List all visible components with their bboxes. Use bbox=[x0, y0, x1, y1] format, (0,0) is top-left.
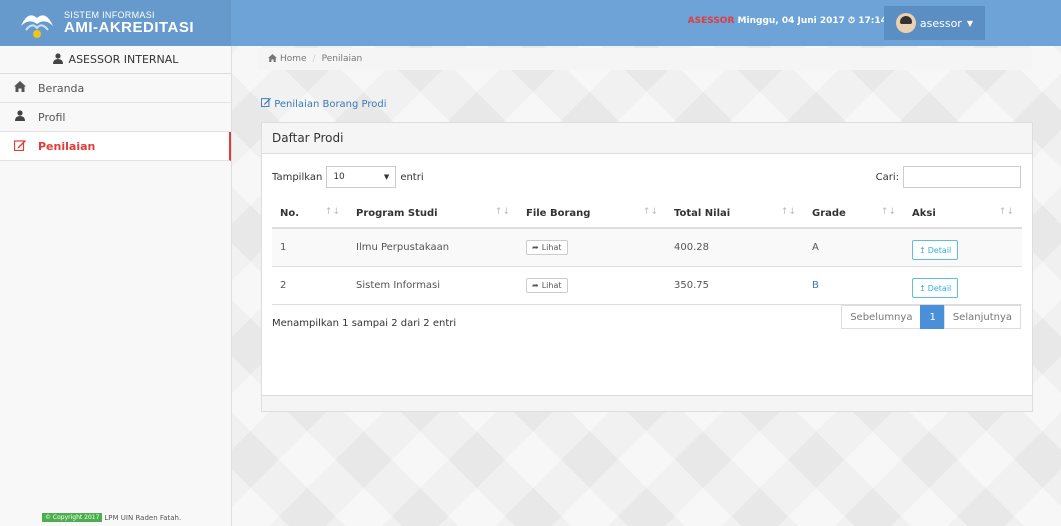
sort-arrow-icon: ↥ bbox=[919, 283, 926, 293]
search-label: Cari: bbox=[875, 171, 899, 183]
sidebar-item-label: Beranda bbox=[38, 81, 85, 95]
sort-icon: ↑↓ bbox=[880, 207, 896, 217]
session-status: ASESSOR Minggu, 04 Juni 2017 ⏱ 17:14:01 bbox=[688, 16, 903, 26]
breadcrumb-separator: / bbox=[312, 54, 316, 64]
next-page-button[interactable]: Selanjutnya bbox=[943, 305, 1021, 329]
cell-aksi: ↥ Detail bbox=[904, 228, 1022, 267]
breadcrumb-current: Penilaian bbox=[321, 54, 363, 64]
sidebar-header-label: ASESSOR INTERNAL bbox=[68, 53, 179, 66]
page-title-text: Penilaian Borang Prodi bbox=[274, 99, 387, 110]
lihat-button[interactable]: ➦ Lihat bbox=[526, 239, 568, 255]
sidebar-item-profil[interactable]: Profil bbox=[0, 103, 231, 132]
detail-button[interactable]: ↥ Detail bbox=[912, 278, 959, 298]
sidebar-item-penilaian[interactable]: Penilaian bbox=[0, 132, 231, 161]
lihat-label: Lihat bbox=[541, 242, 562, 252]
footer-text: LPM UIN Raden Fatah. bbox=[104, 513, 182, 522]
cell-total: 400.28 bbox=[666, 228, 804, 267]
panel-footer bbox=[262, 395, 1032, 411]
user-icon bbox=[52, 52, 63, 67]
detail-label: Detail bbox=[927, 283, 952, 293]
cell-file: ➦ Lihat bbox=[518, 228, 666, 267]
cell-grade: B bbox=[804, 266, 904, 305]
share-icon: ➦ bbox=[532, 242, 539, 252]
length-prefix: Tampilkan bbox=[272, 171, 323, 183]
sidebar-footer: © Copyright 2017 LPM UIN Raden Fatah. bbox=[42, 513, 181, 522]
prodi-panel: Daftar Prodi Tampilkan 10 ▼ entri Cari: … bbox=[261, 122, 1033, 412]
sort-icon: ↑↓ bbox=[998, 207, 1014, 217]
sort-icon: ↑↓ bbox=[324, 207, 340, 217]
user-menu-button[interactable]: asessor ▼ bbox=[883, 6, 985, 40]
length-value: 10 bbox=[333, 172, 345, 182]
table-info: Menampilkan 1 sampai 2 dari 2 entri bbox=[272, 318, 457, 329]
cell-aksi: ↥ Detail bbox=[904, 266, 1022, 305]
breadcrumb: Home / Penilaian bbox=[258, 48, 1032, 70]
sidebar-item-label: Profil bbox=[38, 110, 66, 124]
datetime-label: Minggu, 04 Juni 2017 ⏱ 17:14:01 bbox=[737, 16, 903, 26]
column-header-prodi[interactable]: Program Studi ↑↓ bbox=[348, 199, 518, 229]
cell-total: 350.75 bbox=[666, 266, 804, 305]
lihat-label: Lihat bbox=[541, 280, 562, 290]
entries-length-select[interactable]: 10 ▼ bbox=[326, 166, 397, 188]
panel-title: Daftar Prodi bbox=[262, 123, 1032, 154]
edit-icon bbox=[260, 97, 274, 110]
pagination: Sebelumnya 1 Selanjutnya bbox=[841, 305, 1021, 329]
sort-icon: ↑↓ bbox=[780, 207, 796, 217]
edit-icon bbox=[12, 139, 28, 154]
cell-grade: A bbox=[804, 228, 904, 267]
sidebar: ASESSOR INTERNAL Beranda Profil Penilaia… bbox=[0, 46, 232, 526]
role-label: ASESSOR bbox=[687, 16, 735, 26]
user-name: asessor bbox=[919, 16, 962, 30]
caret-down-icon: ▼ bbox=[966, 18, 973, 28]
sort-icon: ↑↓ bbox=[642, 207, 658, 217]
detail-button[interactable]: ↥ Detail bbox=[912, 240, 959, 261]
lihat-button[interactable]: ➦ Lihat bbox=[526, 277, 568, 293]
column-header-file[interactable]: File Borang ↑↓ bbox=[518, 199, 666, 229]
page-title: Penilaian Borang Prodi bbox=[260, 97, 387, 110]
breadcrumb-home-link[interactable]: Home bbox=[280, 54, 307, 64]
table-row: 1 Ilmu Perpustakaan ➦ Lihat 400.28 A ↥ D… bbox=[272, 228, 1022, 267]
table-row: 2 Sistem Informasi ➦ Lihat 350.75 B ↥ De… bbox=[272, 266, 1022, 305]
sidebar-item-beranda[interactable]: Beranda bbox=[0, 74, 231, 103]
entries-length-control: Tampilkan 10 ▼ entri bbox=[272, 166, 424, 188]
prodi-table: No. ↑↓ Program Studi ↑↓ File Borang ↑↓ Tota… bbox=[272, 199, 1022, 305]
sort-arrow-icon: ↥ bbox=[919, 245, 926, 255]
column-header-grade[interactable]: Grade ↑↓ bbox=[804, 199, 904, 229]
table-header-row: No. ↑↓ Program Studi ↑↓ File Borang ↑↓ Tota… bbox=[272, 199, 1022, 229]
copyright-badge: © Copyright 2017 bbox=[42, 513, 103, 522]
column-header-aksi[interactable]: Aksi ↑↓ bbox=[904, 199, 1022, 229]
avatar bbox=[895, 13, 916, 33]
home-icon bbox=[268, 53, 277, 65]
brand-title: AMI-AKREDITASI bbox=[64, 19, 195, 36]
share-icon: ➦ bbox=[532, 280, 539, 290]
cell-no: 1 bbox=[272, 228, 348, 267]
home-icon bbox=[12, 81, 28, 95]
sidebar-item-label: Penilaian bbox=[38, 139, 96, 153]
brand[interactable]: SISTEM INFORMASI AMI-AKREDITASI bbox=[0, 0, 231, 46]
cell-prodi: Ilmu Perpustakaan bbox=[348, 228, 518, 267]
caret-down-icon: ▼ bbox=[383, 173, 390, 181]
length-suffix: entri bbox=[400, 171, 424, 183]
uin-logo-icon bbox=[21, 15, 53, 38]
cell-prodi: Sistem Informasi bbox=[348, 266, 518, 305]
cell-no: 2 bbox=[272, 266, 348, 305]
main-content: Home / Penilaian Penilaian Borang Prodi … bbox=[232, 46, 1061, 526]
user-icon bbox=[12, 110, 28, 124]
sort-icon: ↑↓ bbox=[494, 207, 510, 217]
search-control: Cari: bbox=[876, 166, 1021, 188]
sidebar-header: ASESSOR INTERNAL bbox=[0, 46, 231, 74]
search-input[interactable] bbox=[903, 166, 1021, 188]
column-header-total[interactable]: Total Nilai ↑↓ bbox=[666, 199, 804, 229]
detail-label: Detail bbox=[927, 245, 952, 255]
cell-file: ➦ Lihat bbox=[518, 266, 666, 305]
top-navbar: SISTEM INFORMASI AMI-AKREDITASI ASESSOR … bbox=[0, 0, 1061, 46]
column-header-no[interactable]: No. ↑↓ bbox=[272, 199, 348, 229]
page-1-button[interactable]: 1 bbox=[920, 305, 945, 329]
prev-page-button[interactable]: Sebelumnya bbox=[841, 305, 922, 329]
